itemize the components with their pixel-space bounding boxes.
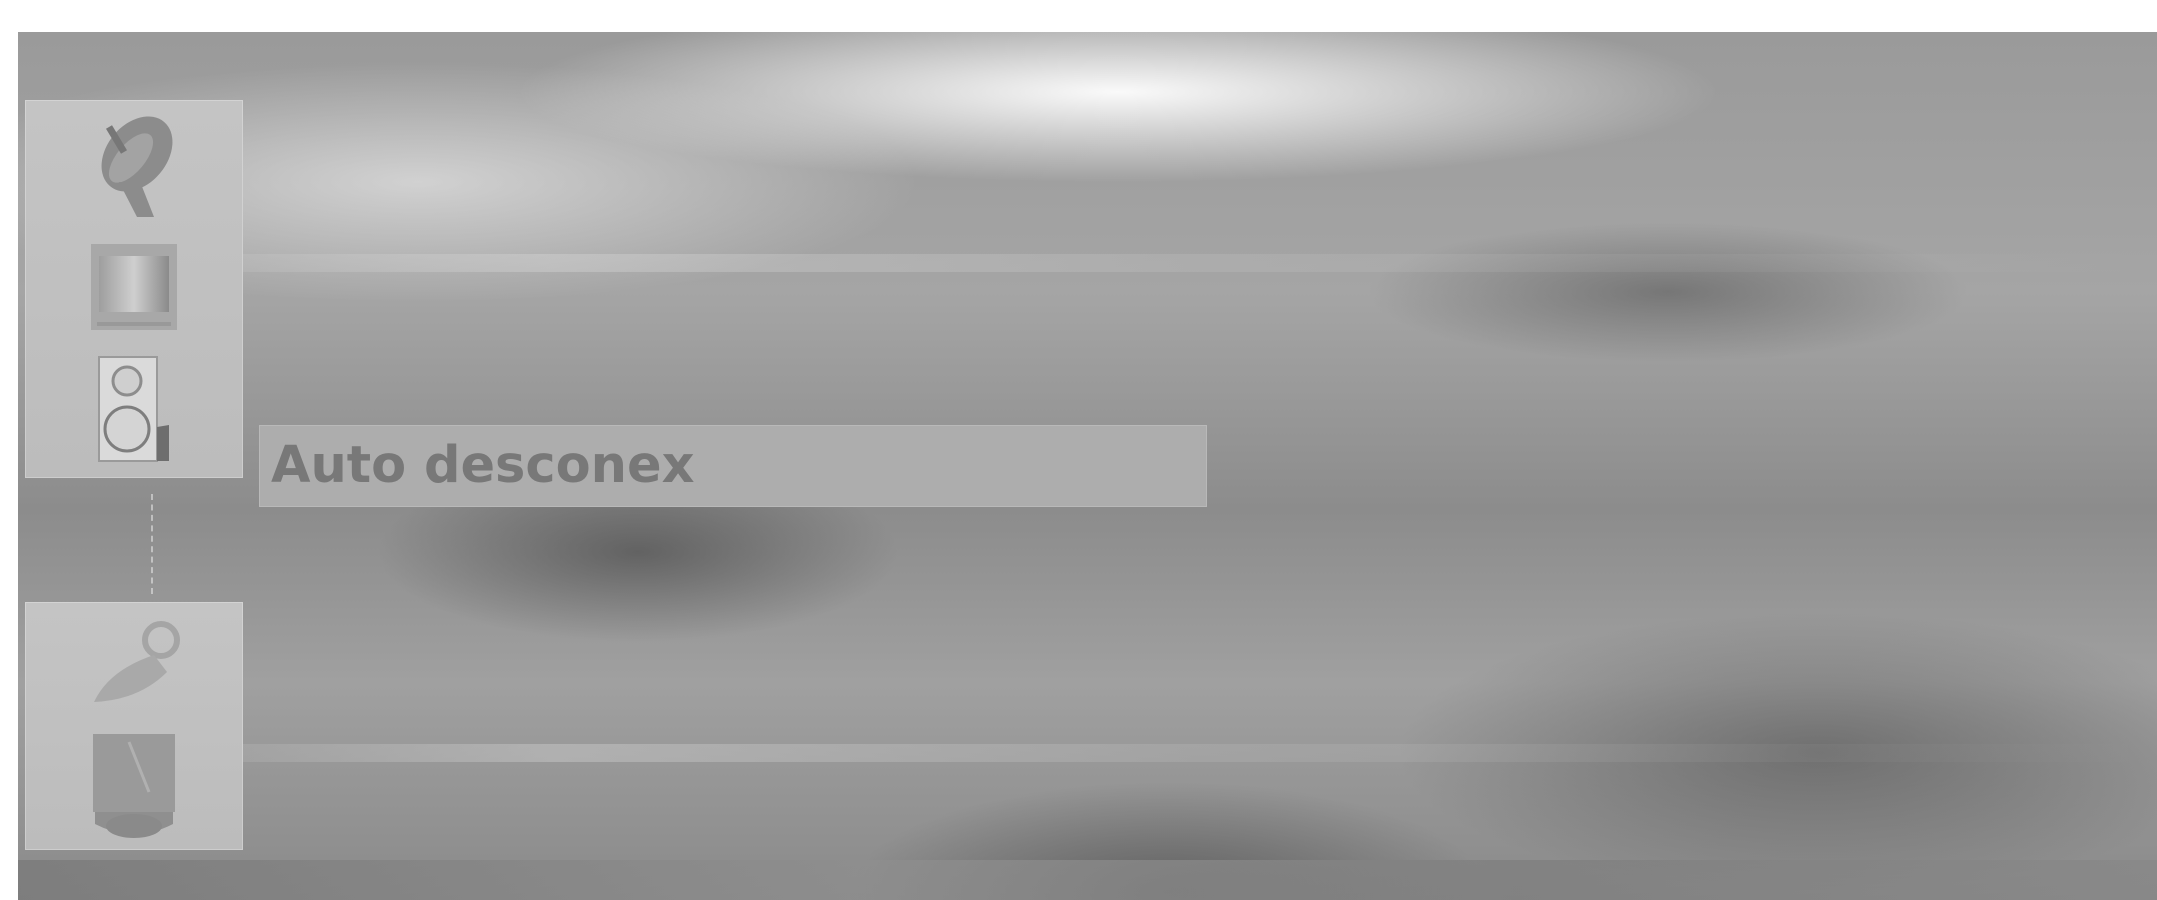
tv-osd-screen: Auto desconex (18, 32, 2157, 900)
clock-icon[interactable] (79, 610, 189, 710)
menu-icon-column-bottom (25, 602, 243, 850)
menu-item-auto-off[interactable]: Auto desconex (259, 425, 1207, 507)
menu-icon-column-top (25, 100, 243, 478)
satellite-dish-icon[interactable] (79, 112, 189, 222)
picture-icon[interactable] (89, 242, 179, 332)
bottom-band (18, 860, 2157, 900)
speaker-icon[interactable] (89, 355, 179, 465)
background-streak (18, 744, 2157, 762)
menu-connector-line (151, 494, 153, 594)
background-streak (18, 254, 2157, 272)
menu-item-label: Auto desconex (271, 436, 695, 495)
lock-icon[interactable] (89, 732, 179, 842)
